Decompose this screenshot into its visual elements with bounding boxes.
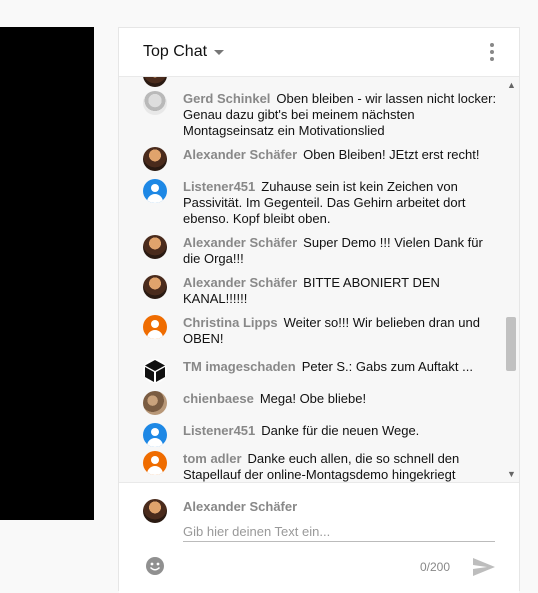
scroll-up-icon[interactable]: ▲ bbox=[507, 81, 516, 90]
message-author[interactable]: Listener451 bbox=[183, 423, 255, 438]
message-text: Mega! Obe bliebe! bbox=[259, 391, 367, 406]
avatar[interactable] bbox=[143, 77, 167, 87]
message-author[interactable]: Gerd Schinkel bbox=[183, 91, 270, 106]
chat-message: Alexander Schäfer Super Demo !!! Vielen D… bbox=[143, 235, 498, 267]
live-chat-panel: Top Chat Gerd Schinkel Oben bleiben - wir… bbox=[118, 27, 520, 593]
chat-header: Top Chat bbox=[119, 28, 519, 77]
scrollbar-thumb[interactable] bbox=[506, 317, 516, 371]
caret-down-icon bbox=[214, 49, 225, 55]
chat-message-list: Gerd Schinkel Oben bleiben - wir lassen n… bbox=[119, 77, 519, 482]
avatar[interactable] bbox=[143, 235, 167, 259]
message-text: Oben Bleiben! JEtzt erst recht! bbox=[303, 147, 480, 162]
chat-mode-dropdown[interactable]: Top Chat bbox=[143, 43, 225, 61]
avatar[interactable] bbox=[143, 147, 167, 171]
message-author[interactable]: chienbaese bbox=[183, 391, 254, 406]
chat-message: Listener451 Danke für die neuen Wege. bbox=[143, 423, 498, 447]
chat-input-area: Alexander Schäfer 0/200 bbox=[119, 482, 519, 593]
message-text: Danke für die neuen Wege. bbox=[261, 423, 420, 438]
avatar[interactable] bbox=[143, 451, 167, 475]
chat-message: tom adler Danke euch allen, die so schnel… bbox=[143, 451, 498, 482]
current-user-name: Alexander Schäfer bbox=[183, 499, 298, 514]
message-author[interactable]: Christina Lipps bbox=[183, 315, 278, 330]
chat-message: Gerd Schinkel Oben bleiben - wir lassen n… bbox=[143, 91, 498, 139]
avatar[interactable] bbox=[143, 275, 167, 299]
chat-message: Alexander Schäfer BITTE ABONIERT DEN KANA… bbox=[143, 275, 498, 307]
message-author[interactable]: Alexander Schäfer bbox=[183, 235, 297, 250]
cube-logo-icon bbox=[145, 360, 165, 382]
avatar bbox=[143, 499, 167, 523]
avatar[interactable] bbox=[143, 91, 167, 115]
more-vert-icon[interactable] bbox=[489, 43, 495, 61]
chat-message: TM imageschaden Peter S.: Gabs zum Auftak… bbox=[143, 359, 498, 383]
message-author[interactable]: TM imageschaden bbox=[183, 359, 296, 374]
avatar[interactable] bbox=[143, 391, 167, 415]
chat-message: Listener451 Zuhause sein ist kein Zeichen… bbox=[143, 179, 498, 227]
message-text: Peter S.: Gabs zum Auftakt ... bbox=[301, 359, 473, 374]
chat-message: chienbaese Mega! Obe bliebe! bbox=[143, 391, 498, 415]
avatar[interactable] bbox=[143, 359, 167, 383]
chat-mode-label: Top Chat bbox=[143, 43, 208, 60]
message-input[interactable] bbox=[183, 521, 495, 542]
chat-message: Alexander Schäfer Oben Bleiben! JEtzt ers… bbox=[143, 147, 498, 171]
message-author[interactable]: Alexander Schäfer bbox=[183, 147, 297, 162]
character-counter: 0/200 bbox=[420, 560, 451, 574]
chat-scrollbar[interactable]: ▲ ▼ bbox=[503, 77, 519, 482]
scroll-down-icon[interactable]: ▼ bbox=[507, 470, 516, 479]
avatar[interactable] bbox=[143, 179, 167, 203]
avatar[interactable] bbox=[143, 315, 167, 339]
avatar[interactable] bbox=[143, 423, 167, 447]
message-author[interactable]: Listener451 bbox=[183, 179, 255, 194]
emoji-icon[interactable] bbox=[145, 556, 165, 576]
message-author[interactable]: tom adler bbox=[183, 451, 242, 466]
send-icon[interactable] bbox=[472, 557, 496, 577]
video-player[interactable] bbox=[0, 27, 94, 520]
message-author[interactable]: Alexander Schäfer bbox=[183, 275, 297, 290]
chat-message: Christina Lipps Weiter so!!! Wir belieben… bbox=[143, 315, 498, 347]
